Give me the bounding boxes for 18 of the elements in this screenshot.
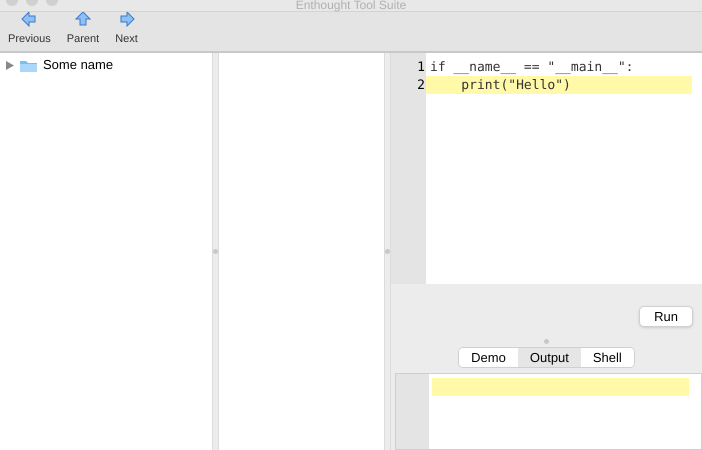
arrow-icon xyxy=(75,10,91,26)
arrow-icon xyxy=(118,10,135,26)
line-number: 2 xyxy=(417,77,426,94)
splitter-handle[interactable] xyxy=(544,339,549,344)
arrow-icon xyxy=(21,10,38,26)
splitter-handle[interactable] xyxy=(385,249,390,254)
folder-icon xyxy=(20,58,37,72)
tab[interactable]: Output xyxy=(518,348,581,367)
splitter-handle[interactable] xyxy=(213,249,218,254)
line-number: 1 xyxy=(417,59,426,76)
tree-item[interactable]: Some name xyxy=(43,55,114,75)
window-title: Enthought Tool Suite xyxy=(296,0,406,11)
code-line: if __name__ == "__main__": xyxy=(429,59,634,76)
toolbar-button[interactable]: Previous xyxy=(6,10,53,47)
disclosure-triangle-icon[interactable] xyxy=(6,60,14,70)
toolbar-button[interactable]: Next xyxy=(113,10,140,47)
toolbar-button[interactable]: Parent xyxy=(64,10,102,47)
run-button[interactable]: Run xyxy=(639,306,693,327)
